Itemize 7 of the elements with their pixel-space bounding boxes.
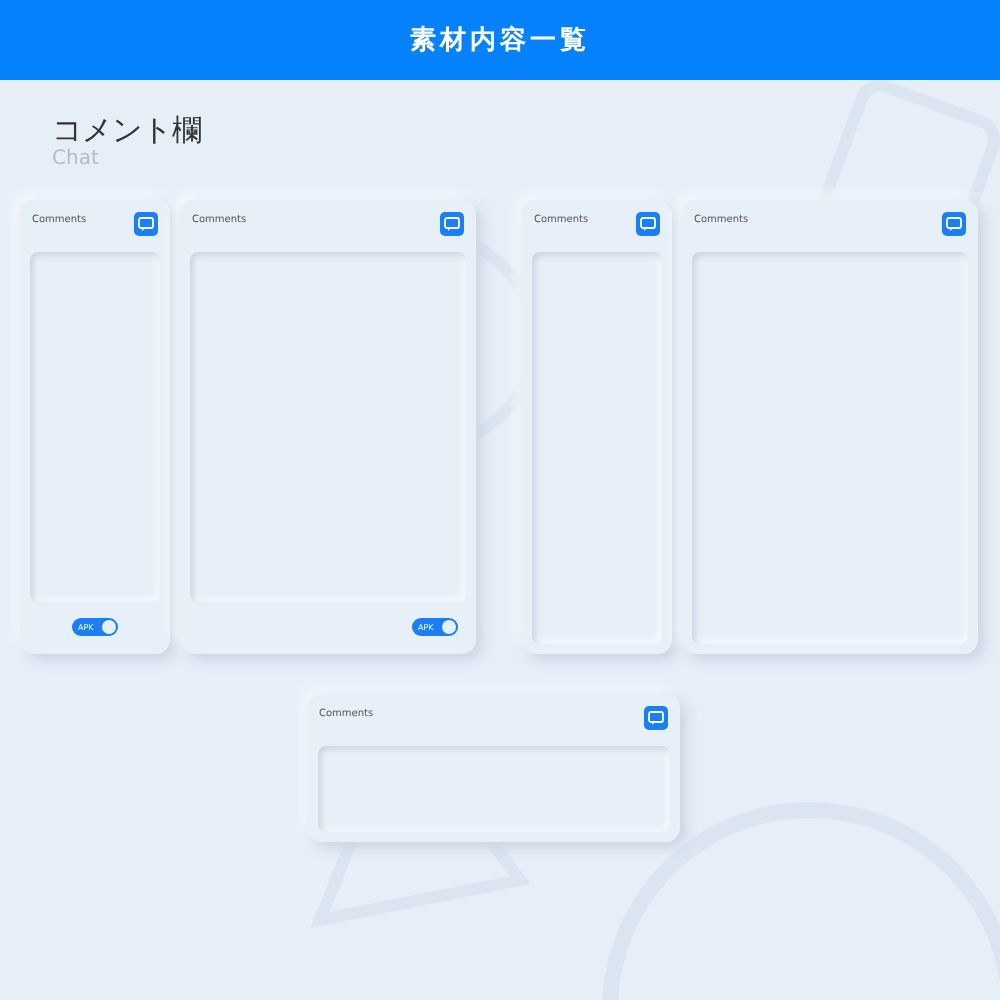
chat-icon[interactable] — [942, 212, 966, 236]
chat-icon[interactable] — [643, 706, 667, 730]
section-title: コメント欄 — [52, 112, 204, 148]
header-title: 素材内容一覧 — [410, 23, 590, 58]
chat-icon[interactable] — [636, 212, 660, 236]
chat-icon[interactable] — [134, 212, 158, 236]
chat-icon[interactable] — [440, 212, 464, 236]
